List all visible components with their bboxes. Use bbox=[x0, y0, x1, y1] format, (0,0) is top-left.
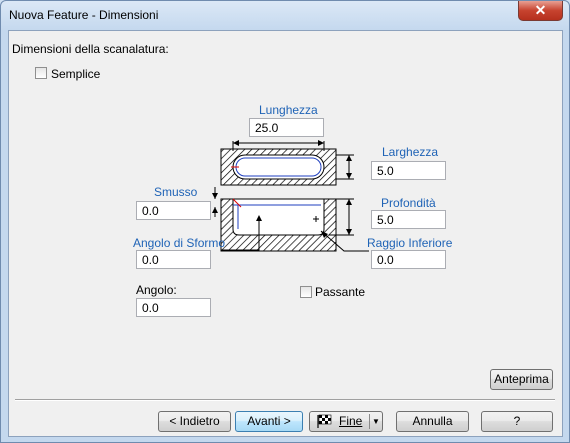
footer-separator bbox=[15, 399, 555, 401]
finish-label: Fine bbox=[339, 414, 363, 428]
close-button[interactable]: ✕ bbox=[518, 1, 563, 21]
passante-label: Passante bbox=[315, 285, 366, 299]
smusso-input[interactable]: 0.0 bbox=[136, 201, 211, 220]
back-button[interactable]: < Indietro bbox=[158, 411, 231, 432]
lunghezza-input[interactable]: 25.0 bbox=[249, 118, 324, 137]
close-icon: ✕ bbox=[534, 2, 547, 18]
lunghezza-label: Lunghezza bbox=[259, 103, 318, 117]
checkered-flag-icon bbox=[316, 414, 332, 428]
section-view-slot bbox=[232, 198, 325, 236]
window-title: Nuova Feature - Dimensioni bbox=[9, 8, 159, 22]
top-view-slot bbox=[232, 154, 325, 180]
slot-diagram bbox=[212, 140, 369, 252]
dialog-window: Nuova Feature - Dimensioni ✕ Dimensioni … bbox=[0, 0, 570, 443]
cancel-button[interactable]: Annulla bbox=[396, 411, 469, 432]
larghezza-label: Larghezza bbox=[382, 145, 439, 159]
angolo-sformo-input[interactable]: 0.0 bbox=[136, 250, 211, 269]
title-bar: Nuova Feature - Dimensioni ✕ bbox=[1, 1, 569, 30]
finish-button[interactable]: Fine ▼ bbox=[309, 411, 383, 432]
next-button[interactable]: Avanti > bbox=[235, 411, 303, 432]
raggio-inferiore-label: Raggio Inferiore bbox=[367, 236, 453, 250]
dialog-content: Dimensioni della scanalatura: Semplice L… bbox=[8, 30, 563, 437]
help-button[interactable]: ? bbox=[481, 411, 553, 432]
raggio-inferiore-input[interactable]: 0.0 bbox=[371, 250, 446, 269]
larghezza-input[interactable]: 5.0 bbox=[371, 161, 446, 180]
passante-checkbox[interactable] bbox=[300, 286, 312, 298]
smusso-label: Smusso bbox=[154, 185, 198, 199]
profondita-label: Profondità bbox=[381, 196, 436, 210]
angolo-sformo-label: Angolo di Sformo bbox=[133, 236, 226, 250]
split-divider bbox=[369, 414, 370, 429]
angolo-input[interactable]: 0.0 bbox=[136, 298, 211, 317]
anteprima-button[interactable]: Anteprima bbox=[490, 369, 553, 390]
angolo-label: Angolo: bbox=[136, 283, 177, 297]
dropdown-arrow-icon[interactable]: ▼ bbox=[372, 417, 380, 427]
profondita-input[interactable]: 5.0 bbox=[371, 210, 446, 229]
